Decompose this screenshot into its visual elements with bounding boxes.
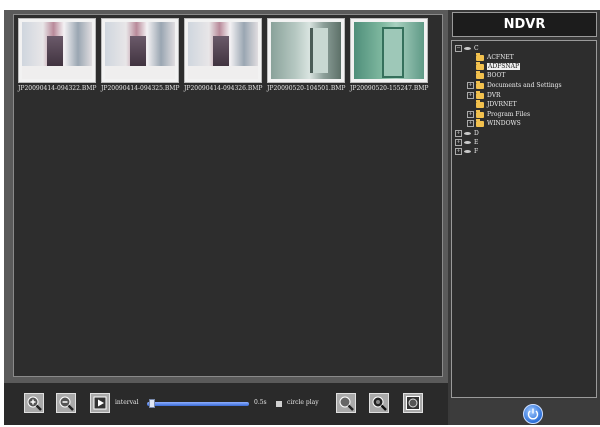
circle-play-label: circle play [287,399,319,406]
interval-label: interval [115,399,139,406]
tree-item-label: DVR [487,92,501,99]
folder-icon [476,109,484,118]
tree-item-documents-and-settings[interactable]: + Documents and Settings [467,80,562,90]
expand-icon[interactable]: + [467,111,474,118]
interval-value: 0.5s [254,399,267,406]
power-icon [527,408,539,420]
tree-item-label: ACFNET [487,54,514,61]
thumbnail-filename: JP20090414-094326.BMP [184,85,263,92]
thumbnail-2[interactable] [101,18,179,83]
zoom-out-button[interactable] [56,393,76,413]
magnifier-dark-icon [372,396,387,411]
tree-item-dvr[interactable]: + DVR [467,90,501,100]
zoom-out-icon [59,396,74,411]
drive-icon [464,141,471,144]
drive-icon [464,47,471,50]
tree-item-boot[interactable]: BOOT [476,70,506,80]
folder-icon [476,99,484,108]
app-logo: NDVR [503,17,546,32]
interval-slider-handle[interactable] [148,399,155,408]
thumbnail-4[interactable] [267,18,345,83]
thumbnail-image [188,22,258,79]
drive-icon [464,150,471,153]
thumbnail-image [22,22,92,79]
zoom-in-icon [27,396,42,411]
thumbnail-area[interactable]: JP20090414-094322.BMP JP20090414-094325.… [13,14,443,377]
expand-icon[interactable]: + [467,92,474,99]
thumbnail-image [354,22,424,79]
folder-icon [476,61,484,70]
drive-icon [464,132,471,135]
folder-icon [476,70,484,79]
magnifier-icon [339,396,354,411]
tree-item-label: C [474,45,479,52]
play-button[interactable] [90,393,110,413]
tree-item-acfnet[interactable]: ACFNET [476,52,514,62]
expand-icon[interactable]: + [455,130,462,137]
thumbnail-5[interactable] [350,18,428,83]
tree-item-f[interactable]: + F [455,148,478,156]
thumbnail-1[interactable] [18,18,96,83]
expand-icon[interactable]: + [455,148,462,155]
tree-item-jdvrnet[interactable]: JDVRNET [476,99,517,109]
tree-item-label: ADFSNAP [487,63,521,70]
power-button[interactable] [523,404,543,424]
tree-item-label: WINDOWS [487,120,521,127]
play-icon [93,396,107,410]
tree-item-label: Program Files [487,111,531,118]
expand-icon[interactable]: + [467,120,474,127]
tree-item-e[interactable]: + E [455,139,478,147]
expand-icon[interactable]: + [467,82,474,89]
thumbnail-3[interactable] [184,18,262,83]
folder-tree[interactable]: − C ACFNET ADFSNAP BOOT + Documents and Se… [451,40,597,398]
tree-item-d[interactable]: + D [455,130,479,138]
zoom-in-button[interactable] [24,393,44,413]
tree-item-adfsnap[interactable]: ADFSNAP [476,61,521,71]
collapse-icon[interactable]: − [455,45,462,52]
tree-item-label: JDVRNET [487,101,517,108]
magnifier-view-icon [406,396,420,410]
thumbnail-image [105,22,175,79]
thumbnail-filename: JP20090520-104501.BMP [267,85,346,92]
tree-item-label: BOOT [487,72,506,79]
tree-item-label: D [474,130,479,137]
expand-icon[interactable]: + [455,139,462,146]
tree-item-windows[interactable]: + WINDOWS [467,118,521,128]
tree-item-label: F [474,148,479,155]
thumbnail-filename: JP20090414-094322.BMP [18,85,97,92]
folder-icon [476,80,484,89]
folder-icon [476,90,484,99]
magnifier-dark-button[interactable] [369,393,389,413]
thumbnail-filename: JP20090520-155247.BMP [350,85,429,92]
folder-icon [476,52,484,61]
thumbnail-image [271,22,341,79]
magnifier-button[interactable] [336,393,356,413]
circle-play-checkbox[interactable] [276,401,282,407]
tree-item-label: Documents and Settings [487,82,562,89]
interval-slider[interactable] [147,402,249,406]
magnifier-view-button[interactable] [403,393,423,413]
folder-icon [476,118,484,127]
tree-item-label: E [474,139,479,146]
thumbnail-filename: JP20090414-094325.BMP [101,85,180,92]
